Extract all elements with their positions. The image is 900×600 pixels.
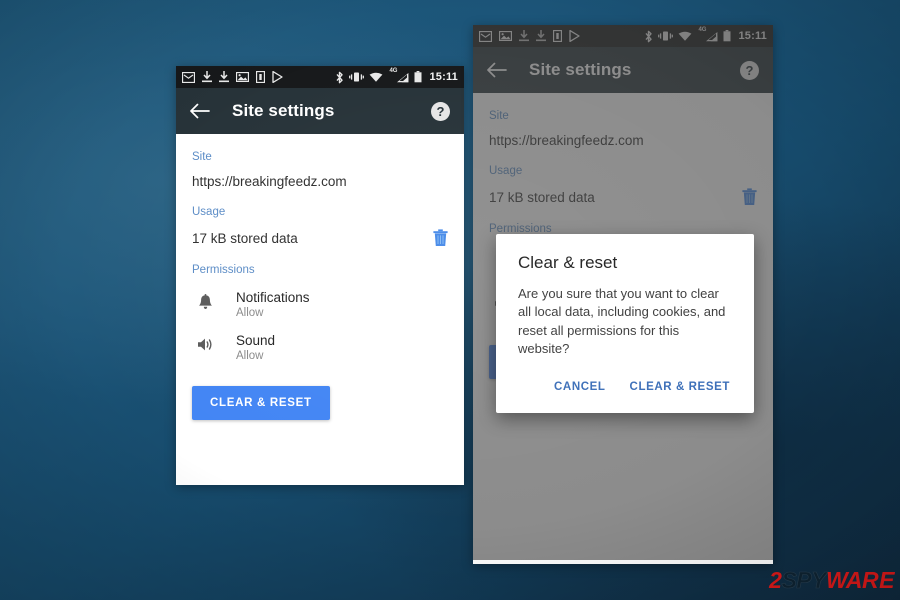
permission-text-group: Sound Allow xyxy=(236,333,275,362)
wifi-icon xyxy=(370,72,383,82)
download-icon xyxy=(202,71,212,83)
page-title: Site settings xyxy=(529,60,632,79)
site-url-value: https://breakingfeedz.com xyxy=(489,133,644,148)
permission-title: Notifications xyxy=(236,290,310,305)
status-bar-right-icons: 4G 15:11 xyxy=(644,26,767,43)
trash-icon[interactable] xyxy=(433,229,448,247)
page-title: Site settings xyxy=(232,101,335,120)
play-store-icon xyxy=(569,30,580,42)
speaker-icon xyxy=(192,333,218,352)
section-label-usage: Usage xyxy=(489,165,523,177)
image-icon xyxy=(499,31,512,41)
download-icon xyxy=(219,71,229,83)
dialog-cancel-button[interactable]: CANCEL xyxy=(552,377,608,397)
watermark-part-1: 2 xyxy=(769,567,782,593)
status-bar: 4G 15:11 xyxy=(176,66,464,88)
download-icon xyxy=(519,30,529,42)
signal-icon xyxy=(397,72,409,82)
status-bar-right-icons: 4G 15:11 xyxy=(335,67,458,84)
image-icon xyxy=(236,72,249,82)
bluetooth-icon xyxy=(336,71,344,83)
trash-icon[interactable] xyxy=(742,188,757,206)
permission-row-notifications[interactable]: Notifications Allow xyxy=(192,276,448,319)
phone-screen-left: 4G 15:11 Site settings ? Site https://br… xyxy=(176,66,464,485)
wifi-icon xyxy=(679,31,692,41)
mail-icon xyxy=(479,30,492,42)
dialog-message: Are you sure that you want to clear all … xyxy=(518,286,726,357)
dialog-actions: CANCEL CLEAR & RESET xyxy=(518,377,732,403)
section-label-site: Site xyxy=(192,151,212,163)
app-bar: Site settings ? xyxy=(473,47,773,93)
status-bar: 4G 15:11 xyxy=(473,25,773,47)
signal-icon xyxy=(706,31,718,41)
battery-icon xyxy=(414,71,422,83)
back-arrow-icon[interactable] xyxy=(190,103,210,119)
status-bar-clock: 15:11 xyxy=(429,71,458,83)
section-label-permissions: Permissions xyxy=(489,223,552,235)
usage-value: 17 kB stored data xyxy=(192,230,298,246)
watermark-part-2: SPY xyxy=(781,567,827,593)
watermark-part-3: WAR xyxy=(825,567,879,593)
settings-content: Site https://breakingfeedz.com Usage 17 … xyxy=(176,134,464,420)
site-url-value: https://breakingfeedz.com xyxy=(192,174,347,189)
usage-value: 17 kB stored data xyxy=(489,189,595,205)
device-icon xyxy=(256,71,265,83)
section-label-usage: Usage xyxy=(192,206,226,218)
clear-and-reset-dialog: Clear & reset Are you sure that you want… xyxy=(496,234,754,413)
watermark-part-4: E xyxy=(879,567,894,593)
help-icon[interactable]: ? xyxy=(740,60,759,80)
network-type-label: 4G xyxy=(698,26,707,33)
play-store-icon xyxy=(272,71,283,83)
permission-title: Sound xyxy=(236,333,276,348)
network-type-label: 4G xyxy=(389,67,398,74)
screenshot-canvas: 4G 15:11 Site settings ? Site https://br… xyxy=(0,0,900,600)
dialog-title: Clear & reset xyxy=(518,253,618,272)
vibrate-icon xyxy=(349,72,365,82)
help-icon[interactable]: ? xyxy=(431,101,450,121)
permission-row-sound[interactable]: Sound Allow xyxy=(192,319,448,362)
permission-state: Allow xyxy=(236,350,264,362)
status-bar-left-icons xyxy=(479,30,580,42)
usage-row: 17 kB stored data xyxy=(192,218,448,247)
status-bar-left-icons xyxy=(182,71,283,83)
phone-screen-right: 4G 15:11 Site settings ? Site https://br… xyxy=(473,25,773,564)
battery-icon xyxy=(723,30,731,42)
download-icon xyxy=(536,30,546,42)
section-label-site: Site xyxy=(489,110,509,122)
device-icon xyxy=(553,30,562,42)
phone-bottom-edge xyxy=(473,560,773,564)
permission-state: Allow xyxy=(236,307,264,319)
section-label-permissions: Permissions xyxy=(192,264,255,276)
bell-icon xyxy=(192,290,218,311)
clear-and-reset-button[interactable]: CLEAR & RESET xyxy=(192,386,330,420)
mail-icon xyxy=(182,71,195,83)
permission-text-group: Notifications Allow xyxy=(236,290,310,319)
watermark-logo: 2 SPY WAR E xyxy=(769,567,894,593)
back-arrow-icon[interactable] xyxy=(487,62,507,78)
vibrate-icon xyxy=(658,31,674,41)
app-bar: Site settings ? xyxy=(176,88,464,134)
dialog-confirm-button[interactable]: CLEAR & RESET xyxy=(628,377,732,397)
bluetooth-icon xyxy=(645,30,653,42)
status-bar-clock: 15:11 xyxy=(738,30,767,42)
usage-row: 17 kB stored data xyxy=(489,177,757,206)
